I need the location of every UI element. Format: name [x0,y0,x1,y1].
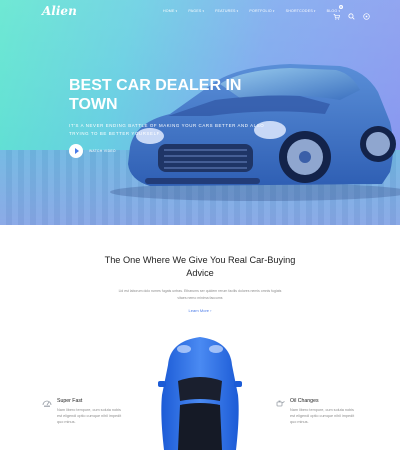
top-view-car-image [158,337,242,450]
oil-can-icon [276,400,285,407]
feature-super-fast: Super Fast Nam libero tempore, cum solut… [42,398,124,438]
chevron-down-icon: ▾ [236,9,239,13]
play-icon[interactable] [69,144,83,158]
nav-item-label: SHORTCODES [285,9,313,13]
menu-icon[interactable] [363,7,370,20]
advice-title: The One Where We Give You Real Car-Buyin… [104,255,296,278]
nav-item-portfolio[interactable]: PORTFOLIO▾ [249,9,274,13]
brand-logo[interactable]: Alien [42,4,77,18]
advice-text: Lid est laborum dolo rumes fugats untras… [118,289,282,300]
chevron-down-icon: ▾ [313,9,316,13]
nav-item-home[interactable]: HOME▾ [163,9,177,13]
chevron-down-icon: ▾ [272,9,275,13]
learn-more-link[interactable]: Learn More › [176,308,224,313]
cart-count-badge: 0 [339,5,343,9]
cart-icon[interactable]: 0 [333,5,343,20]
nav-item-pages[interactable]: PAGES▾ [188,9,204,13]
nav-item-label: FEATURES [215,9,236,13]
hero-section: Alien HOME▾ PAGES▾ FEATURES▾ PORTFOLIO▾ … [0,0,400,225]
main-nav: HOME▾ PAGES▾ FEATURES▾ PORTFOLIO▾ SHORTC… [163,9,351,13]
watch-video-link[interactable]: WATCH VIDEO [69,144,116,158]
hero-subtitle: IT'S A NEVER ENDING BATTLE OF MAKING YOU… [69,123,265,136]
feature-title: Oil Changes [290,398,319,404]
speedometer-icon [42,400,52,407]
hero-title: BEST CAR DEALER IN TOWN [69,77,242,113]
watch-video-label: WATCH VIDEO [89,149,116,153]
feature-text: Nam libero tempore, cum soluta nobis est… [290,408,355,424]
nav-item-features[interactable]: FEATURES▾ [215,9,238,13]
chevron-down-icon: ▾ [175,9,178,13]
nav-item-shortcodes[interactable]: SHORTCODES▾ [286,9,316,13]
page: Alien HOME▾ PAGES▾ FEATURES▾ PORTFOLIO▾ … [0,0,400,450]
nav-icons: 0 [333,5,370,20]
feature-title: Super Fast [57,398,83,404]
chevron-down-icon: ▾ [202,9,205,13]
feature-oil-changes: Oil Changes Nam libero tempore, cum solu… [275,398,357,438]
feature-text: Nam libero tempore, cum soluta nobis est… [57,408,122,424]
nav-item-label: HOME [163,9,175,13]
nav-item-label: PAGES [188,9,202,13]
search-icon[interactable] [348,7,355,20]
nav-item-label: PORTFOLIO [249,9,272,13]
